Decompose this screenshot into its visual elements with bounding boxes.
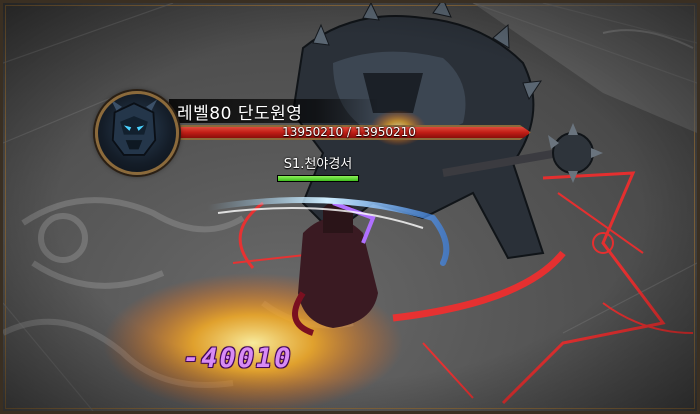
boss-hp-text: 13950210 / 13950210: [282, 125, 416, 139]
boss-name-plate: 레벨80 단도원영: [169, 99, 379, 124]
game-viewport: 레벨80 단도원영 13950210 / 13950210 S1.천야경서 -4…: [0, 0, 700, 414]
battle-scene: [3, 3, 697, 411]
player-nameplate: S1.천야경서: [273, 153, 363, 182]
armored-golem-portrait-icon[interactable]: [95, 91, 179, 175]
boss-name: 레벨80 단도원영: [177, 103, 303, 124]
player-hp-fill: [278, 176, 358, 181]
boss-hp-bar: 13950210 / 13950210: [167, 125, 531, 140]
damage-number: -40010: [183, 343, 293, 374]
player-hp-bar: [277, 175, 359, 182]
player-name: S1.천야경서: [283, 157, 353, 172]
